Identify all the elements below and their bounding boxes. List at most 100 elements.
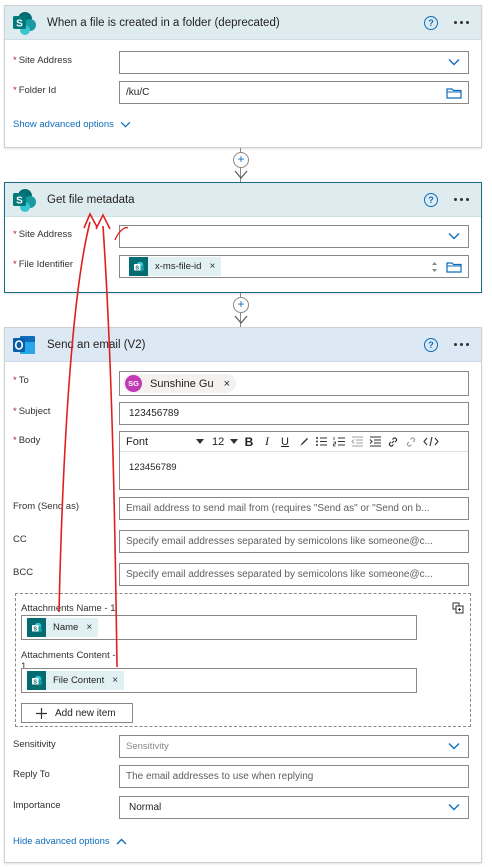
- sharepoint-icon: [27, 671, 46, 690]
- bcc-input[interactable]: Specify email addresses separated by sem…: [119, 563, 469, 586]
- reply-to-row: Reply To The email addresses to use when…: [5, 765, 481, 788]
- font-select[interactable]: Font: [126, 434, 204, 450]
- folder-icon[interactable]: [446, 87, 462, 99]
- close-icon[interactable]: ×: [86, 622, 92, 633]
- body-text: 123456789: [129, 462, 177, 473]
- from-input[interactable]: Email address to send mail from (require…: [119, 497, 469, 520]
- chevron-down-icon: [120, 121, 131, 128]
- file-identifier-row: * File Identifier x-ms-file-id ×: [5, 255, 481, 278]
- caret-down-icon: [196, 439, 204, 444]
- help-icon[interactable]: ?: [424, 337, 438, 352]
- name-token[interactable]: Name ×: [27, 618, 99, 637]
- sensitivity-label: Sensitivity: [13, 739, 56, 750]
- file-identifier-input[interactable]: x-ms-file-id ×: [119, 255, 469, 278]
- spin-arrows-icon[interactable]: [431, 260, 438, 274]
- body-row: * Body Font 12 B I U 123456789: [5, 431, 481, 490]
- attachment-name-input[interactable]: Name ×: [21, 615, 417, 640]
- add-new-item-button[interactable]: Add new item: [21, 703, 133, 723]
- sharepoint-icon: [129, 257, 148, 276]
- file-id-token[interactable]: x-ms-file-id ×: [129, 257, 222, 276]
- site-address-row: * Site Address: [5, 225, 481, 248]
- recipient-persona[interactable]: SG Sunshine Gu ×: [123, 374, 237, 393]
- font-size-select[interactable]: 12: [212, 434, 238, 450]
- site-address-row: * Site Address: [5, 51, 481, 74]
- from-row: From (Send as) Email address to send mai…: [5, 497, 481, 520]
- sharepoint-icon: [27, 618, 46, 637]
- chevron-up-icon: [116, 838, 127, 845]
- underline-icon[interactable]: U: [278, 434, 292, 450]
- email-card-title: Send an email (V2): [47, 338, 146, 351]
- chevron-down-icon: [448, 232, 460, 240]
- importance-row: Importance Normal: [5, 796, 481, 819]
- cc-input[interactable]: Specify email addresses separated by sem…: [119, 530, 469, 553]
- editor-toolbar: Font 12 B I U: [120, 432, 468, 452]
- to-input[interactable]: SG Sunshine Gu ×: [119, 371, 469, 396]
- attachment-content-input[interactable]: File Content ×: [21, 668, 417, 693]
- code-view-icon[interactable]: [422, 434, 440, 450]
- email-card-header[interactable]: Send an email (V2) ?: [5, 328, 481, 362]
- more-icon[interactable]: [454, 21, 469, 24]
- attachment-name-label: Attachments Name - 1: [21, 603, 116, 614]
- highlight-icon[interactable]: [296, 434, 310, 450]
- attachments-array: Attachments Name - 1 Name × Attachments …: [15, 593, 471, 727]
- bullet-list-icon[interactable]: [314, 434, 328, 450]
- arrow-down-icon: [234, 170, 248, 179]
- metadata-card: Get file metadata ? * Site Address * File …: [4, 182, 482, 293]
- sharepoint-icon: [11, 10, 37, 36]
- help-icon[interactable]: ?: [424, 192, 438, 207]
- insert-step-plus-icon[interactable]: +: [233, 152, 249, 168]
- show-advanced-options-link[interactable]: Show advanced options: [13, 119, 131, 130]
- outdent-icon[interactable]: [350, 434, 364, 450]
- email-card: Send an email (V2) ? * To SG Sunshine Gu …: [4, 327, 482, 863]
- cc-row: CC Specify email addresses separated by …: [5, 530, 481, 553]
- help-icon[interactable]: ?: [424, 15, 438, 30]
- plus-icon: [36, 707, 47, 719]
- file-identifier-label: * File Identifier: [13, 259, 74, 270]
- trigger-card: When a file is created in a folder (depr…: [4, 5, 482, 148]
- sensitivity-row: Sensitivity Sensitivity: [5, 735, 481, 758]
- trigger-card-title: When a file is created in a folder (depr…: [47, 16, 280, 29]
- caret-down-icon: [230, 439, 238, 444]
- folder-icon[interactable]: [446, 261, 462, 273]
- file-content-token[interactable]: File Content ×: [27, 671, 125, 690]
- subject-label: * Subject: [13, 406, 51, 417]
- close-icon[interactable]: ×: [112, 675, 118, 686]
- arrow-down-icon: [234, 315, 248, 324]
- unlink-icon[interactable]: [404, 434, 418, 450]
- folder-id-input[interactable]: /ku/C: [119, 81, 469, 104]
- site-address-dropdown[interactable]: [119, 225, 469, 248]
- metadata-card-title: Get file metadata: [47, 193, 135, 206]
- chevron-down-icon: [448, 58, 460, 66]
- indent-icon[interactable]: [368, 434, 382, 450]
- body-editor[interactable]: Font 12 B I U 123456789: [119, 431, 469, 490]
- reply-to-input[interactable]: The email addresses to use when replying: [119, 765, 469, 788]
- to-row: * To SG Sunshine Gu ×: [5, 371, 481, 396]
- avatar: SG: [125, 375, 142, 392]
- bcc-row: BCC Specify email addresses separated by…: [5, 563, 481, 586]
- subject-row: * Subject 123456789: [5, 402, 481, 425]
- hide-advanced-options-link[interactable]: Hide advanced options: [13, 836, 127, 847]
- site-address-dropdown[interactable]: [119, 51, 469, 74]
- close-icon[interactable]: ×: [209, 261, 215, 272]
- sharepoint-icon: [11, 187, 37, 213]
- folder-id-value: /ku/C: [126, 87, 150, 98]
- bold-icon[interactable]: B: [242, 434, 256, 450]
- chevron-down-icon: [448, 742, 460, 750]
- italic-icon[interactable]: I: [260, 434, 274, 450]
- more-icon[interactable]: [454, 198, 469, 201]
- step-connector: +: [231, 148, 251, 182]
- numbered-list-icon[interactable]: [332, 434, 346, 450]
- link-icon[interactable]: [386, 434, 400, 450]
- more-icon[interactable]: [454, 343, 469, 346]
- from-label: From (Send as): [13, 501, 79, 512]
- switch-mode-icon[interactable]: [452, 602, 464, 614]
- site-address-label: * Site Address: [13, 55, 73, 66]
- close-icon[interactable]: ×: [224, 378, 230, 390]
- insert-step-plus-icon[interactable]: +: [233, 297, 249, 313]
- subject-input[interactable]: 123456789: [119, 402, 469, 425]
- metadata-card-header[interactable]: Get file metadata ?: [5, 183, 481, 217]
- trigger-card-header[interactable]: When a file is created in a folder (depr…: [5, 6, 481, 40]
- importance-dropdown[interactable]: Normal: [119, 796, 469, 819]
- sensitivity-dropdown[interactable]: Sensitivity: [119, 735, 469, 758]
- site-address-label: * Site Address: [13, 229, 73, 240]
